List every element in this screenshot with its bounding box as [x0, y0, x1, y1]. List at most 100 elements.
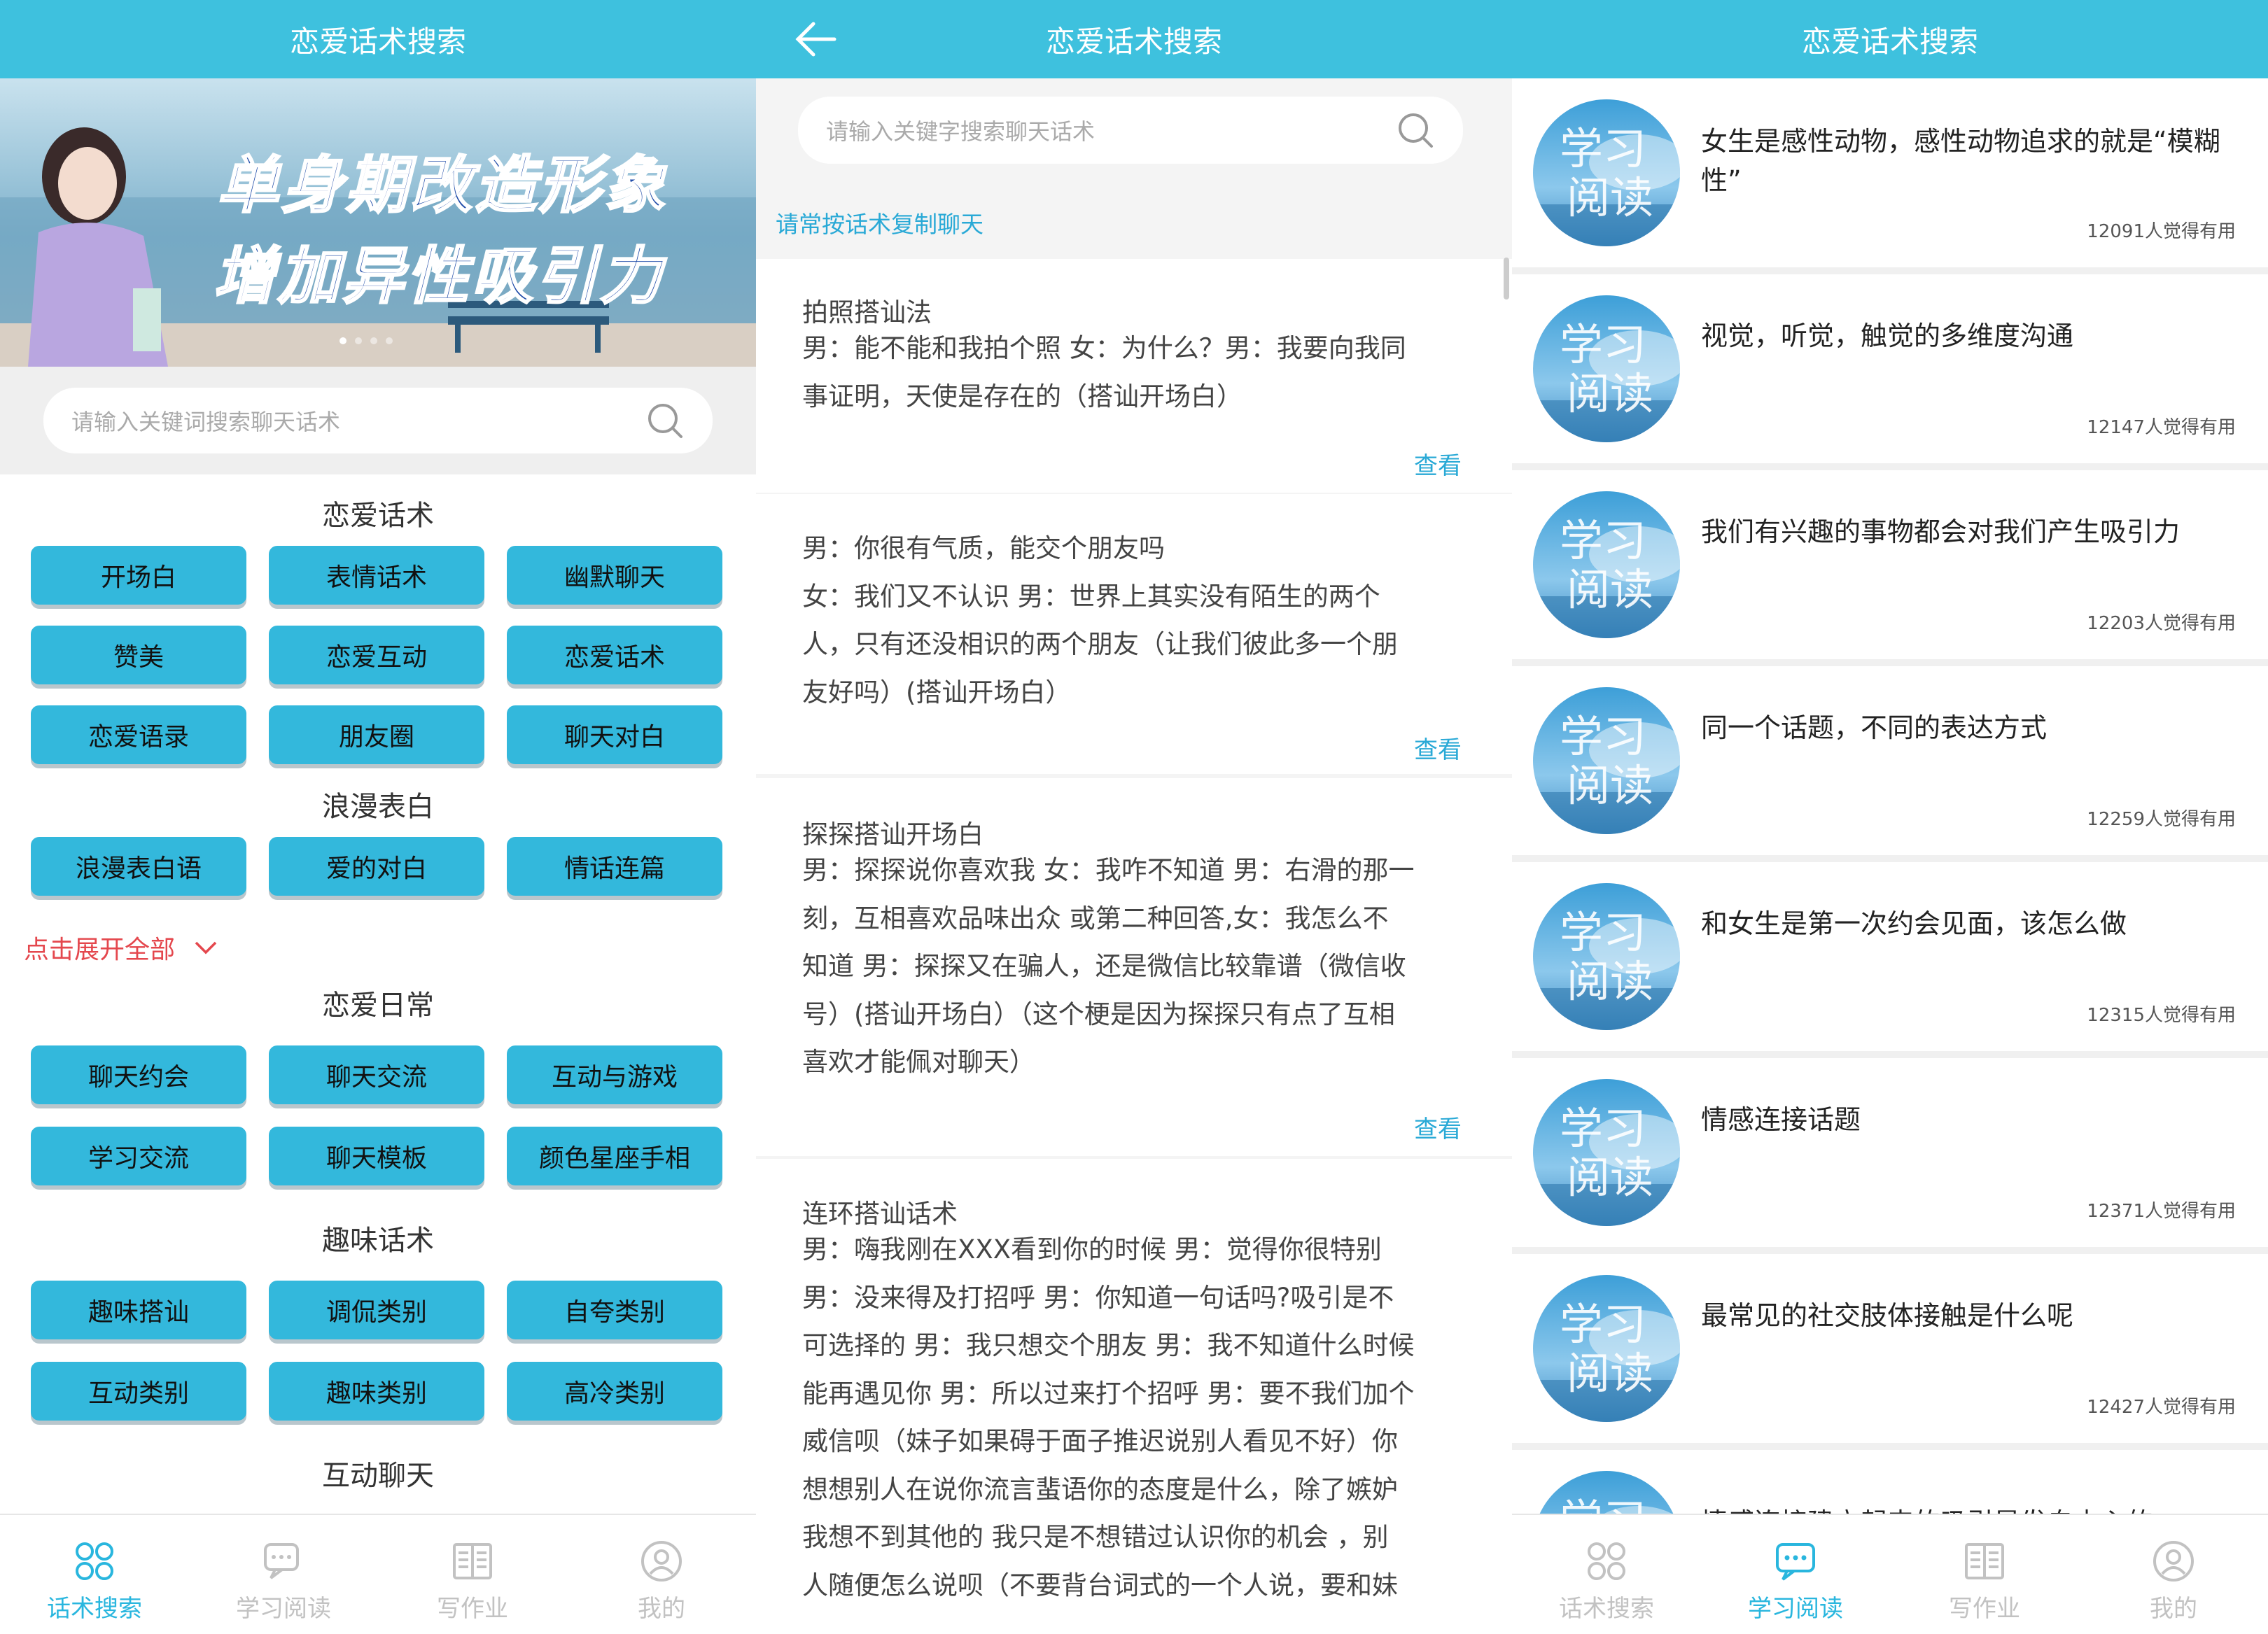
thumb-text: 学习: [1560, 319, 1646, 370]
tag-button[interactable]: 调侃类别: [269, 1281, 484, 1339]
tab-talk-search[interactable]: 话术搜索: [0, 1515, 189, 1634]
tag-button[interactable]: 高冷类别: [507, 1362, 722, 1421]
tab-label: 我的: [638, 1595, 685, 1623]
app-header: 恋爱话术搜索: [756, 0, 1512, 78]
section-title: 趣味话术: [322, 1225, 434, 1257]
chevron-down-icon: [195, 941, 217, 955]
thumb-text: 阅读: [1567, 760, 1653, 811]
tag-button[interactable]: 恋爱话术: [507, 626, 722, 684]
tag-button[interactable]: 表情话术: [269, 546, 484, 605]
card-line: 女：我们又不认识 男：世界上其实没有陌生的两个: [802, 581, 1380, 612]
tab-homework[interactable]: 写作业: [1890, 1515, 2079, 1634]
talk-card[interactable]: 探探搭讪开场白 男：探探说你喜欢我 女：我咋不知道 男：右滑的那一 刻，互相喜欢…: [756, 778, 1512, 1156]
grid-icon: [76, 1542, 113, 1580]
search-icon[interactable]: [645, 401, 685, 440]
tag-button[interactable]: 学习交流: [31, 1127, 246, 1185]
tag-button[interactable]: 聊天约会: [31, 1045, 246, 1104]
copy-tip: 请常按话术复制聊天: [776, 211, 983, 238]
promo-banner[interactable]: 单身期改造形象 增加异性吸引力: [0, 78, 756, 367]
useful-count: 12315人觉得有用: [2087, 1005, 2236, 1026]
card-line: 人随便怎么说呗（不要背台词式的一个人说，要和妹: [802, 1570, 1398, 1600]
tab-homework[interactable]: 写作业: [378, 1515, 567, 1634]
tag-button[interactable]: 浪漫表白语: [31, 837, 246, 896]
article-item[interactable]: 学习 阅读 我们有兴趣的事物都会对我们产生吸引力 12203人觉得有用: [1512, 470, 2268, 659]
tab-mine[interactable]: 我的: [2079, 1515, 2268, 1634]
article-title: 同一个话题，不同的表达方式: [1701, 712, 2047, 743]
useful-count: 12427人觉得有用: [2087, 1397, 2236, 1418]
tag-button[interactable]: 趣味类别: [269, 1362, 484, 1421]
article-item[interactable]: 学习 阅读 情感连接话题 12371人觉得有用: [1512, 1058, 2268, 1247]
tab-label: 写作业: [437, 1595, 508, 1623]
search-input[interactable]: 请输入关键词搜索聊天话术: [43, 388, 713, 453]
tag-button[interactable]: 趣味搭讪: [31, 1281, 246, 1339]
tab-label: 话术搜索: [1559, 1595, 1654, 1623]
tag-button[interactable]: 爱的对白: [269, 837, 484, 896]
tab-study-reading[interactable]: 学习阅读: [1701, 1515, 1890, 1634]
tag-button[interactable]: 颜色星座手相: [507, 1127, 722, 1185]
card-line: 男：你很有气质，能交个朋友吗: [802, 533, 1165, 563]
tag-button[interactable]: 朋友圈: [269, 705, 484, 764]
back-arrow-icon[interactable]: [792, 15, 840, 63]
tag-button[interactable]: 恋爱语录: [31, 705, 246, 764]
card-line: 男：嗨我刚在XXX看到你的时候 男：觉得你很特别: [802, 1234, 1382, 1265]
article-item[interactable]: 学习 阅读 女生是感性动物，感性动物追求的就是“模糊性” 12091人觉得有用: [1512, 78, 2268, 267]
banner-headline-2: 增加异性吸引力: [212, 239, 665, 314]
tag-button[interactable]: 自夸类别: [507, 1281, 722, 1339]
search-icon[interactable]: [1396, 111, 1435, 150]
tag-button[interactable]: 幽默聊天: [507, 546, 722, 605]
talk-card[interactable]: 男：你很有气质，能交个朋友吗 女：我们又不认识 男：世界上其实没有陌生的两个 人…: [756, 494, 1512, 774]
expand-all-link[interactable]: 点击展开全部: [24, 929, 220, 966]
card-line: 男：探探说你喜欢我 女：我咋不知道 男：右滑的那一: [802, 855, 1415, 885]
card-line: 我想不到其他的 我只是不想错过认识你的机会 ，别: [802, 1522, 1389, 1552]
talk-card[interactable]: 连环搭讪话术 男：嗨我刚在XXX看到你的时候 男：觉得你很特别 男：没来得及打招…: [756, 1159, 1512, 1634]
card-line: 可选择的 男：我只想交个朋友 男：我不知道什么时候: [802, 1330, 1415, 1360]
article-item[interactable]: 学习 阅读 视觉，听觉，触觉的多维度沟通 12147人觉得有用: [1512, 274, 2268, 463]
view-link[interactable]: 查看: [1414, 731, 1462, 765]
article-title: 情感连接话题: [1701, 1104, 1861, 1135]
search-input[interactable]: 请输入关键字搜索聊天话术: [798, 97, 1463, 164]
card-line: 男：没来得及打招呼 男：你知道一句话吗?吸引是不: [802, 1282, 1394, 1313]
card-line: 男：能不能和我拍个照 女：为什么？男：我要向我同: [802, 333, 1406, 363]
tab-talk-search[interactable]: 话术搜索: [1512, 1515, 1701, 1634]
user-icon: [2153, 1541, 2194, 1582]
tag-button[interactable]: 情话连篇: [507, 837, 722, 896]
tab-study-reading[interactable]: 学习阅读: [189, 1515, 378, 1634]
article-item[interactable]: 学习 阅读 和女生是第一次约会见面，该怎么做 12315人觉得有用: [1512, 862, 2268, 1051]
view-link[interactable]: 查看: [1414, 1110, 1462, 1144]
tag-button[interactable]: 开场白: [31, 546, 246, 605]
card-line: 喜欢才能佩对聊天）: [802, 1047, 1035, 1077]
tab-mine[interactable]: 我的: [567, 1515, 756, 1634]
tag-button[interactable]: 赞美: [31, 626, 246, 684]
useful-count: 12203人觉得有用: [2087, 613, 2236, 634]
card-body: 男：嗨我刚在XXX看到你的时候 男：觉得你很特别 男：没来得及打招呼 男：你知道…: [802, 1226, 1466, 1610]
article-title: 女生是感性动物，感性动物追求的就是“模糊性”: [1701, 126, 2220, 196]
article-item[interactable]: 学习 阅读 同一个话题，不同的表达方式 12259人觉得有用: [1512, 666, 2268, 855]
thumb-text: 学习: [1560, 123, 1646, 174]
card-line: 友好吗）(搭讪开场白）: [802, 677, 1072, 707]
talk-card[interactable]: 拍照搭讪法 男：能不能和我拍个照 女：为什么？男：我要向我同 事证明，天使是存在…: [756, 259, 1512, 493]
chat-bubble-icon: [264, 1543, 299, 1579]
article-title: 我们有兴趣的事物都会对我们产生吸引力: [1701, 516, 2180, 547]
card-line: 刻，互相喜欢品味出众 或第二种回答,女：我怎么不: [802, 903, 1389, 934]
search-placeholder: 请输入关键字搜索聊天话术: [826, 118, 1096, 145]
tag-button[interactable]: 聊天交流: [269, 1045, 484, 1104]
tag-button[interactable]: 互动类别: [31, 1362, 246, 1421]
tag-button[interactable]: 聊天对白: [507, 705, 722, 764]
app-header: 恋爱话术搜索: [1512, 0, 2268, 78]
tab-label: 学习阅读: [236, 1595, 331, 1623]
expand-label: 点击展开全部: [24, 936, 176, 964]
screen-study-reading: 恋爱话术搜索 学习 阅读 女生是感性动物，感性动物追求的就是“模糊性” 1209…: [1512, 0, 2268, 1634]
tag-button[interactable]: 聊天模板: [269, 1127, 484, 1185]
useful-count: 12371人觉得有用: [2087, 1201, 2236, 1222]
tag-button[interactable]: 恋爱互动: [269, 626, 484, 684]
tag-button[interactable]: 互动与游戏: [507, 1045, 722, 1104]
scrollbar[interactable]: [1504, 258, 1509, 300]
article-item[interactable]: 学习 阅读 最常见的社交肢体接触是什么呢 12427人觉得有用: [1512, 1254, 2268, 1443]
useful-count: 12147人觉得有用: [2087, 417, 2236, 438]
useful-count: 12259人觉得有用: [2087, 809, 2236, 830]
view-link[interactable]: 查看: [1414, 446, 1462, 481]
article-title: 最常见的社交肢体接触是什么呢: [1701, 1300, 2074, 1331]
article-thumbnail: 学习 阅读: [1533, 883, 1680, 1030]
user-icon: [641, 1541, 682, 1582]
grid-icon: [1588, 1542, 1625, 1580]
